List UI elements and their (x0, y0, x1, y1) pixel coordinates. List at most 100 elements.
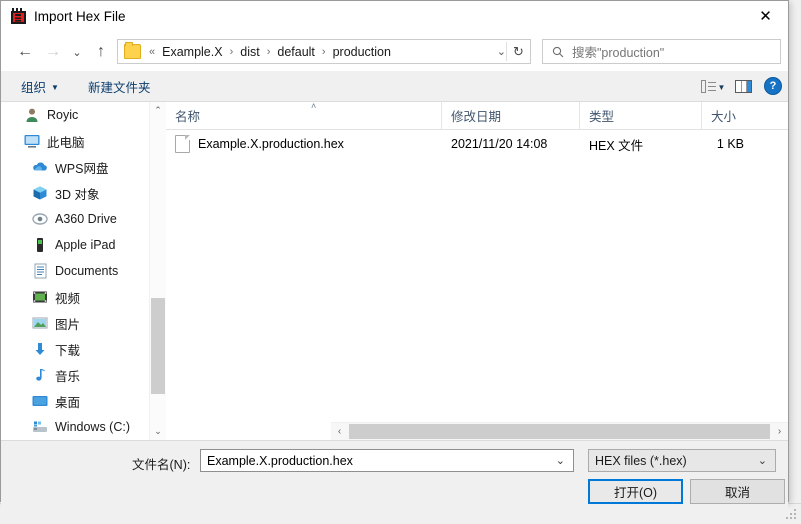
navigation-bar: ← → ⌄ ↑ « Example.X › dist › default › p… (1, 32, 788, 71)
column-header-date-modified[interactable]: 修改日期 (441, 102, 579, 129)
sidebar-item-pictures[interactable]: 图片 (1, 310, 149, 336)
breadcrumb-prefix: « (149, 45, 156, 58)
sidebar-item-videos[interactable]: 视频 (1, 284, 149, 310)
close-icon[interactable]: ✕ (743, 1, 788, 31)
refresh-icon[interactable]: ↻ (507, 40, 530, 63)
app-icon (11, 8, 26, 24)
sidebar-item-label: Apple iPad (55, 238, 116, 252)
sidebar-item-this-pc[interactable]: 此电脑 (1, 128, 149, 154)
sidebar-item-a360-drive[interactable]: A360 Drive (1, 206, 149, 232)
chevron-down-icon: ▼ (717, 82, 726, 92)
file-name-value: Example.X.production.hex (207, 453, 353, 468)
cloud-icon (33, 162, 47, 171)
file-name-input[interactable]: Example.X.production.hex ⌄ (200, 449, 574, 472)
dialog-title: Import Hex File (34, 9, 126, 24)
change-view-button[interactable]: ▼ (698, 71, 728, 101)
breadcrumb-separator: › (266, 45, 271, 58)
new-folder-button[interactable]: 新建文件夹 (81, 71, 158, 101)
sidebar-item-apple-ipad[interactable]: Apple iPad (1, 232, 149, 258)
chevron-down-icon[interactable]: ⌄ (758, 450, 767, 471)
cancel-button[interactable]: 取消 (690, 479, 785, 504)
back-icon[interactable]: ← (13, 40, 37, 64)
breadcrumb-separator: › (321, 45, 326, 58)
downloads-icon (35, 343, 45, 355)
cube-icon (33, 186, 47, 200)
breadcrumb-separator: › (229, 45, 234, 58)
sidebar-item-desktop[interactable]: 桌面 (1, 388, 149, 414)
address-bar[interactable]: « Example.X › dist › default › productio… (117, 39, 531, 64)
documents-icon (34, 263, 47, 279)
sidebar-item-label: A360 Drive (55, 212, 117, 226)
user-icon (26, 108, 38, 122)
desktop-icon (32, 396, 48, 406)
breadcrumb-item-1[interactable]: dist (238, 45, 261, 59)
open-button[interactable]: 打开(O) (588, 479, 683, 504)
breadcrumb: « Example.X › dist › default › productio… (144, 45, 393, 59)
sidebar-item-wps-cloud[interactable]: WPS网盘 (1, 154, 149, 180)
horizontal-scroll-thumb[interactable] (349, 424, 770, 439)
sidebar-item-documents[interactable]: Documents (1, 258, 149, 284)
chevron-down-icon[interactable]: ⌄ (497, 40, 506, 63)
title-bar: Import Hex File ✕ (1, 1, 788, 32)
scroll-down-icon[interactable]: ⌄ (150, 423, 166, 440)
file-type-filter[interactable]: HEX files (*.hex) ⌄ (588, 449, 776, 472)
organize-button[interactable]: 组织 ▼ (14, 71, 66, 101)
music-icon (36, 369, 46, 381)
file-list: 名称 ˄ 修改日期 类型 大小 Example.X.production.hex… (166, 101, 790, 440)
help-icon: ? (764, 77, 782, 95)
sidebar-item-label: 视频 (55, 291, 81, 306)
chevron-down-icon: ▼ (51, 82, 59, 92)
forward-icon[interactable]: → (41, 40, 65, 64)
search-placeholder: 搜索"production" (572, 46, 665, 60)
drive-c-icon (33, 421, 47, 432)
screen: Auto Import Hex Import Hex File ✕ (0, 0, 801, 524)
video-icon (33, 291, 47, 303)
preview-pane-icon (734, 79, 752, 93)
sidebar-item-3d-objects[interactable]: 3D 对象 (1, 180, 149, 206)
sidebar-scroll-thumb[interactable] (151, 298, 165, 394)
up-icon[interactable]: ↑ (89, 40, 113, 64)
column-header-type[interactable]: 类型 (579, 102, 701, 129)
column-header-size[interactable]: 大小 (701, 102, 790, 129)
sidebar-item-label: 此电脑 (47, 135, 85, 150)
scroll-up-icon[interactable]: ⌃ (150, 102, 166, 119)
sidebar-item-downloads[interactable]: 下载 (1, 336, 149, 362)
horizontal-scrollbar[interactable]: ‹ › (331, 422, 788, 440)
chevron-down-icon[interactable]: ⌄ (556, 450, 565, 471)
sidebar-item-label: Documents (55, 264, 119, 278)
toolbar: 组织 ▼ 新建文件夹 ▼ ? (1, 71, 788, 102)
list-view-icon (700, 79, 716, 93)
search-box[interactable]: 搜索"production" (542, 39, 781, 64)
sidebar-scrollbar[interactable]: ⌃ ⌄ (149, 102, 166, 440)
organize-label: 组织 (21, 80, 47, 95)
sidebar-item-royic[interactable]: Royic (1, 102, 149, 128)
preview-pane-button[interactable] (728, 71, 758, 101)
file-name-label: 文件名(N): (132, 458, 191, 472)
resize-grip[interactable] (786, 509, 797, 520)
breadcrumb-item-2[interactable]: default (275, 45, 317, 59)
breadcrumb-item-3[interactable]: production (331, 45, 393, 59)
sidebar-item-label: WPS网盘 (55, 161, 109, 176)
folder-icon (124, 42, 141, 59)
column-header-label: 名称 (175, 110, 201, 124)
help-button[interactable]: ? (758, 71, 788, 101)
sidebar-item-windows-c[interactable]: Windows (C:) (1, 414, 149, 440)
column-headers: 名称 ˄ 修改日期 类型 大小 (166, 101, 790, 130)
recent-locations-icon[interactable]: ⌄ (65, 40, 89, 64)
table-row[interactable]: Example.X.production.hex 2021/11/20 14:0… (166, 133, 788, 155)
column-header-label: 大小 (711, 110, 737, 124)
navigation-pane: Royic 此电脑 WPS网盘 3D 对象 A360 Drive Apple i… (1, 102, 149, 440)
column-header-name[interactable]: 名称 ˄ (166, 101, 441, 129)
sidebar-item-label: 图片 (55, 317, 81, 332)
file-type: HEX 文件 (589, 138, 644, 153)
scroll-right-icon[interactable]: › (771, 423, 788, 440)
breadcrumb-item-0[interactable]: Example.X (160, 45, 224, 59)
file-type-filter-value: HEX files (*.hex) (595, 453, 687, 468)
ipad-icon (37, 238, 43, 252)
scroll-left-icon[interactable]: ‹ (331, 423, 348, 440)
file-name-cell: Example.X.production.hex (175, 135, 344, 153)
sort-ascending-icon: ˄ (311, 101, 317, 111)
import-hex-file-dialog: Import Hex File ✕ ← → ⌄ ↑ « Example.X › … (0, 0, 790, 524)
file-size: 1 KB (716, 137, 744, 151)
sidebar-item-music[interactable]: 音乐 (1, 362, 149, 388)
